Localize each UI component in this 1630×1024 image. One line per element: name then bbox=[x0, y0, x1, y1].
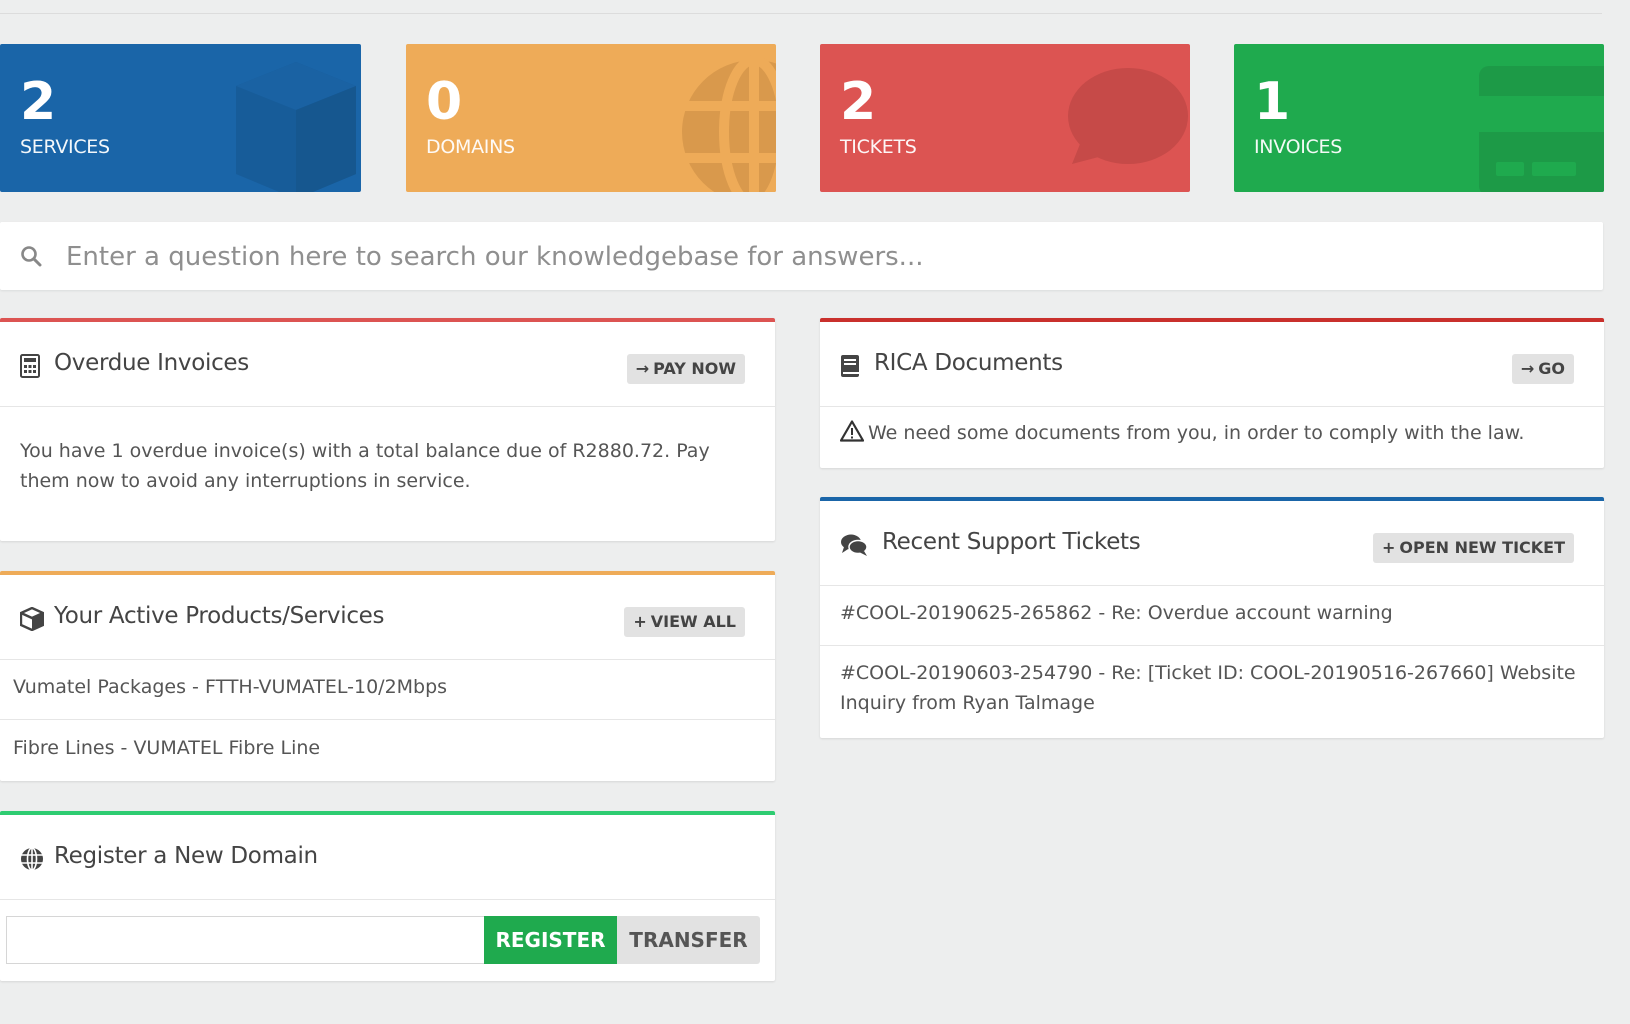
panel-header: Overdue Invoices → PAY NOW bbox=[0, 322, 775, 407]
transfer-button[interactable]: TRANSFER bbox=[617, 916, 760, 964]
services-count: 2 bbox=[20, 72, 57, 132]
warning-icon bbox=[839, 420, 865, 442]
arrow-right-icon: → bbox=[635, 359, 650, 378]
overdue-message: You have 1 overdue invoice(s) with a tot… bbox=[20, 436, 710, 496]
register-button[interactable]: REGISTER bbox=[484, 916, 617, 964]
ticket-subject: #COOL-20190625-265862 - Re: Overdue acco… bbox=[840, 602, 1393, 624]
plus-icon: + bbox=[633, 612, 647, 631]
plus-icon: + bbox=[1381, 538, 1396, 557]
panel-header: Your Active Products/Services + VIEW ALL bbox=[0, 575, 775, 660]
view-all-button[interactable]: + VIEW ALL bbox=[624, 607, 745, 637]
active-products-panel: Your Active Products/Services + VIEW ALL … bbox=[0, 571, 775, 781]
rica-documents-panel: RICA Documents → GO We need some document… bbox=[820, 318, 1604, 468]
search-input[interactable] bbox=[64, 236, 1568, 278]
ticket-subject-continued: Inquiry from Ryan Talmage bbox=[840, 692, 1095, 714]
register-domain-panel: Register a New Domain REGISTER TRANSFER bbox=[0, 811, 775, 981]
cube-icon bbox=[236, 62, 356, 192]
overdue-message-line1: You have 1 overdue invoice(s) with a tot… bbox=[20, 440, 710, 462]
invoices-count: 1 bbox=[1254, 72, 1291, 132]
panel-title: Register a New Domain bbox=[54, 843, 318, 869]
tickets-count: 2 bbox=[840, 72, 877, 132]
comments-icon bbox=[841, 534, 868, 556]
pay-now-button[interactable]: → PAY NOW bbox=[626, 354, 745, 384]
go-button[interactable]: → GO bbox=[1511, 354, 1574, 384]
calculator-icon bbox=[20, 354, 40, 378]
overdue-message-line2: them now to avoid any interruptions in s… bbox=[20, 470, 471, 492]
list-item[interactable]: Vumatel Packages - FTTH-VUMATEL-10/2Mbps bbox=[0, 659, 775, 719]
panel-header: Recent Support Tickets + OPEN NEW TICKET bbox=[820, 501, 1604, 586]
list-item[interactable]: Fibre Lines - VUMATEL Fibre Line bbox=[0, 719, 775, 781]
go-label: GO bbox=[1538, 359, 1565, 378]
book-icon bbox=[841, 355, 859, 377]
view-all-label: VIEW ALL bbox=[650, 612, 736, 631]
overdue-invoices-panel: Overdue Invoices → PAY NOW You have 1 ove… bbox=[0, 318, 775, 541]
services-label: SERVICES bbox=[20, 136, 110, 158]
comment-icon bbox=[1068, 68, 1188, 164]
domain-input[interactable] bbox=[6, 916, 484, 964]
panel-header: Register a New Domain bbox=[0, 815, 775, 900]
credit-card-icon bbox=[1479, 66, 1604, 192]
search-icon bbox=[21, 246, 42, 267]
knowledgebase-search bbox=[0, 222, 1603, 290]
panel-title: Your Active Products/Services bbox=[54, 603, 385, 629]
support-tickets-panel: Recent Support Tickets + OPEN NEW TICKET … bbox=[820, 497, 1604, 738]
arrow-right-icon: → bbox=[1520, 359, 1535, 378]
domains-tile[interactable]: 0 DOMAINS bbox=[406, 44, 776, 192]
ticket-item[interactable]: #COOL-20190603-254790 - Re: [Ticket ID: … bbox=[820, 645, 1604, 738]
domains-label: DOMAINS bbox=[426, 136, 515, 158]
tickets-label: TICKETS bbox=[840, 136, 917, 158]
ticket-item[interactable]: #COOL-20190625-265862 - Re: Overdue acco… bbox=[820, 585, 1604, 645]
globe-icon bbox=[21, 847, 43, 871]
panel-title: Recent Support Tickets bbox=[882, 529, 1141, 555]
services-tile[interactable]: 2 SERVICES bbox=[0, 44, 361, 192]
tickets-tile[interactable]: 2 TICKETS bbox=[820, 44, 1190, 192]
panel-header: RICA Documents → GO bbox=[820, 322, 1604, 407]
domains-count: 0 bbox=[426, 72, 463, 132]
invoices-tile[interactable]: 1 INVOICES bbox=[1234, 44, 1604, 192]
top-divider bbox=[0, 13, 1602, 14]
open-new-ticket-label: OPEN NEW TICKET bbox=[1399, 538, 1565, 557]
pay-now-label: PAY NOW bbox=[653, 359, 736, 378]
ticket-subject: #COOL-20190603-254790 - Re: [Ticket ID: … bbox=[840, 662, 1576, 684]
open-new-ticket-button[interactable]: + OPEN NEW TICKET bbox=[1372, 533, 1574, 563]
panel-title: Overdue Invoices bbox=[54, 350, 249, 376]
panel-title: RICA Documents bbox=[874, 350, 1063, 376]
rica-message-text: We need some documents from you, in orde… bbox=[868, 422, 1525, 444]
globe-icon bbox=[682, 55, 776, 192]
rica-message: We need some documents from you, in orde… bbox=[839, 418, 1525, 448]
cube-icon bbox=[20, 607, 44, 631]
invoices-label: INVOICES bbox=[1254, 136, 1342, 158]
